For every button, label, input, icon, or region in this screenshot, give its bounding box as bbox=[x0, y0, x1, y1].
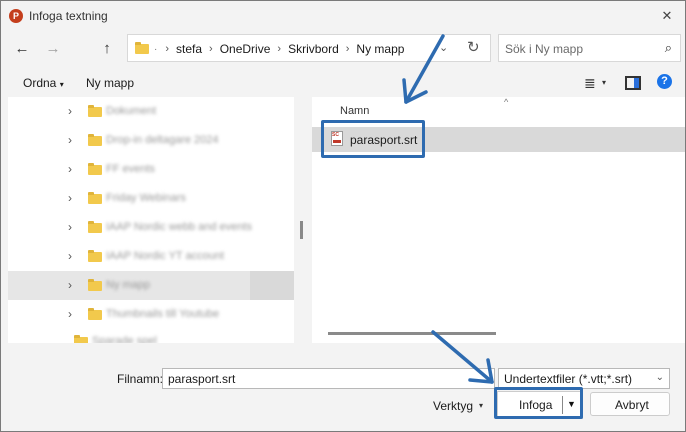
tree-item-label: IAAP Nordic webb and events bbox=[106, 221, 252, 233]
search-input[interactable]: Sök i Ny mapp bbox=[505, 42, 583, 56]
tree-item[interactable]: › Dokument bbox=[8, 97, 294, 126]
tree-item-label: FF events bbox=[106, 163, 155, 175]
expand-chevron-icon[interactable]: › bbox=[68, 191, 72, 205]
tree-item-label: Ny mapp bbox=[106, 279, 151, 291]
expand-chevron-icon[interactable]: › bbox=[68, 104, 72, 118]
split-divider bbox=[562, 396, 563, 414]
expand-chevron-icon[interactable]: › bbox=[68, 249, 72, 263]
folder-icon bbox=[88, 221, 102, 233]
folder-icon bbox=[88, 105, 102, 117]
preview-pane-icon[interactable] bbox=[625, 76, 641, 90]
breadcrumb-skrivbord[interactable]: Skrivbord bbox=[288, 42, 339, 56]
breadcrumb-separator-icon: › bbox=[345, 43, 350, 55]
search-icon: ⌕ bbox=[664, 40, 672, 55]
folder-icon bbox=[88, 192, 102, 204]
organize-label: Ordna bbox=[23, 76, 57, 90]
search-box[interactable]: Sök i Ny mapp ⌕ bbox=[498, 34, 681, 62]
folder-icon bbox=[88, 279, 102, 291]
title-bar: P Infoga textning ✕ bbox=[1, 1, 685, 31]
dialog-title: Infoga textning bbox=[29, 9, 108, 23]
chevron-down-icon: ⌄ bbox=[655, 372, 664, 383]
tree-item[interactable]: Sparade spel bbox=[8, 333, 294, 343]
address-bar[interactable]: · › stefa › OneDrive › Skrivbord › Ny ma… bbox=[127, 34, 491, 62]
expand-chevron-icon[interactable]: › bbox=[68, 307, 72, 321]
breadcrumb-onedrive[interactable]: OneDrive bbox=[220, 42, 271, 56]
filename-field[interactable] bbox=[162, 368, 495, 389]
tree-item[interactable]: › IAAP Nordic YT account bbox=[8, 242, 294, 271]
tree-item[interactable]: › Thumbnails till Youtube bbox=[8, 300, 294, 329]
file-type-value: Undertextfiler (*.vtt;*.srt) bbox=[504, 372, 633, 386]
insert-button-label: Infoga bbox=[519, 398, 553, 412]
address-history-chevron-icon[interactable]: ⌄ bbox=[439, 41, 448, 54]
folder-icon bbox=[135, 42, 149, 54]
new-folder-button[interactable]: Ny mapp bbox=[86, 76, 134, 90]
expand-chevron-icon[interactable]: › bbox=[68, 133, 72, 147]
help-icon[interactable]: ? bbox=[657, 74, 672, 89]
view-options-icon[interactable]: ≣ bbox=[584, 75, 596, 92]
tree-item-label: IAAP Nordic YT account bbox=[106, 250, 225, 262]
horizontal-scrollbar[interactable] bbox=[328, 332, 496, 335]
forward-button[interactable]: → bbox=[41, 37, 65, 61]
file-name: parasport.srt bbox=[350, 133, 418, 147]
breadcrumb-overflow[interactable]: · bbox=[154, 44, 157, 55]
breadcrumb-stefa[interactable]: stefa bbox=[176, 42, 202, 56]
tree-item[interactable]: › FF events bbox=[8, 155, 294, 184]
tools-button[interactable]: Verktyg bbox=[433, 399, 473, 413]
close-button[interactable]: ✕ bbox=[655, 5, 679, 27]
tree-item-label: Friday Webinars bbox=[106, 192, 186, 204]
folder-icon bbox=[88, 250, 102, 262]
tree-item[interactable]: › Drop-in deltagare 2024 bbox=[8, 126, 294, 155]
folder-icon bbox=[88, 163, 102, 175]
breadcrumb: · › stefa › OneDrive › Skrivbord › Ny ma… bbox=[154, 42, 404, 56]
file-list: Namn ^ parasport.srt bbox=[312, 97, 685, 343]
expand-chevron-icon[interactable]: › bbox=[68, 278, 72, 292]
tools-caret-icon[interactable]: ▾ bbox=[479, 401, 483, 410]
back-button[interactable]: ← bbox=[10, 37, 34, 61]
tree-item[interactable]: › IAAP Nordic webb and events bbox=[8, 213, 294, 242]
command-bar: Ordna ▾ Ny mapp bbox=[1, 67, 685, 97]
expand-chevron-icon[interactable]: › bbox=[68, 220, 72, 234]
organize-caret-icon: ▾ bbox=[59, 80, 64, 89]
navigation-scrollbar[interactable] bbox=[300, 221, 303, 239]
tree-item-selected[interactable]: › Ny mapp bbox=[8, 271, 294, 300]
cancel-button-label: Avbryt bbox=[615, 398, 649, 412]
powerpoint-icon: P bbox=[9, 9, 23, 23]
srt-file-icon bbox=[331, 131, 343, 146]
tree-item[interactable]: › Friday Webinars bbox=[8, 184, 294, 213]
cancel-button[interactable]: Avbryt bbox=[590, 392, 670, 416]
breadcrumb-ny-mapp[interactable]: Ny mapp bbox=[356, 42, 404, 56]
sort-ascending-icon: ^ bbox=[504, 97, 509, 107]
insert-captions-dialog: P Infoga textning ✕ ← → ↑ · › stefa › On… bbox=[0, 0, 686, 432]
tree-item-label: Thumbnails till Youtube bbox=[106, 308, 220, 320]
tree-item-label: Drop-in deltagare 2024 bbox=[106, 134, 219, 146]
tree-item-label: Sparade spel bbox=[92, 335, 157, 343]
navigation-pane: › Dokument › Drop-in deltagare 2024 › FF… bbox=[8, 97, 294, 343]
file-type-select[interactable]: Undertextfiler (*.vtt;*.srt) ⌄ bbox=[498, 368, 670, 389]
refresh-icon[interactable]: ↻ bbox=[467, 38, 480, 56]
expand-chevron-icon[interactable]: › bbox=[68, 162, 72, 176]
insert-button[interactable]: Infoga ▼ bbox=[497, 391, 583, 419]
breadcrumb-separator-icon: › bbox=[209, 43, 213, 55]
breadcrumb-separator-icon: › bbox=[277, 43, 282, 55]
file-row[interactable]: parasport.srt bbox=[312, 127, 685, 152]
breadcrumb-separator-icon: › bbox=[165, 43, 170, 55]
filename-label: Filnamn: bbox=[117, 372, 164, 386]
up-button[interactable]: ↑ bbox=[95, 37, 119, 61]
column-header-name[interactable]: Namn bbox=[340, 105, 369, 117]
view-caret-icon[interactable]: ▾ bbox=[602, 78, 606, 87]
organize-button[interactable]: Ordna ▾ bbox=[23, 76, 64, 90]
insert-options-caret-icon[interactable]: ▼ bbox=[567, 399, 576, 409]
selection-highlight bbox=[250, 271, 294, 300]
tree-item-label: Dokument bbox=[106, 105, 157, 117]
folder-icon bbox=[88, 134, 102, 146]
folder-icon bbox=[88, 308, 102, 320]
